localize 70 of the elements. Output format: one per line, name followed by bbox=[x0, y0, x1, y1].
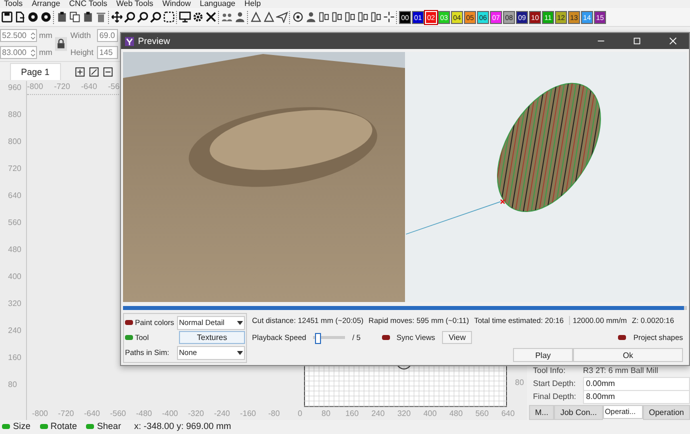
ruler-label: 560 bbox=[474, 408, 490, 420]
menu-item[interactable]: Arrange bbox=[32, 0, 60, 8]
ruler-label: 960 bbox=[7, 82, 22, 94]
panel-tab[interactable]: Operation bbox=[642, 405, 690, 420]
ruler-label: 560 bbox=[7, 217, 22, 229]
menu-item[interactable]: Help bbox=[244, 0, 261, 8]
coordinates-text: x: -348.00 y: 969.00 mm bbox=[134, 421, 232, 431]
textures-button[interactable]: Textures bbox=[179, 331, 245, 344]
panel-tab[interactable]: Job Con... bbox=[554, 405, 603, 420]
ruler-label: -160 bbox=[238, 408, 257, 420]
height-label: Height bbox=[70, 48, 94, 57]
ruler-label: 80 bbox=[320, 408, 332, 420]
menu-item[interactable]: Web Tools bbox=[116, 0, 154, 8]
ruler-label: 880 bbox=[7, 109, 22, 121]
ruler-label: 800 bbox=[7, 136, 22, 148]
ruler-label: -320 bbox=[186, 408, 205, 420]
ruler-label: -240 bbox=[212, 408, 231, 420]
ruler-label: 320 bbox=[7, 298, 22, 310]
ruler-label: -56 bbox=[108, 81, 121, 93]
ruler-label: -720 bbox=[54, 81, 72, 93]
ruler-label: 80 bbox=[7, 379, 18, 391]
ruler-label: 480 bbox=[7, 244, 22, 256]
ruler-label: -640 bbox=[81, 81, 98, 93]
ruler-label: 480 bbox=[448, 408, 464, 420]
unit-label: mm bbox=[39, 48, 52, 57]
menu-item[interactable]: Language bbox=[200, 0, 236, 8]
unit-label: mm bbox=[39, 31, 52, 40]
ok-button[interactable]: Ok bbox=[573, 348, 683, 362]
ruler-label: 160 bbox=[344, 408, 360, 420]
width-field[interactable]: 69.0 bbox=[97, 29, 118, 42]
ruler-label: -80 bbox=[267, 408, 281, 420]
menu-item[interactable]: CNC Tools bbox=[69, 0, 108, 8]
final-depth-field[interactable]: 8.00mm bbox=[583, 390, 690, 404]
ruler-label: 0 bbox=[296, 408, 304, 420]
status-label: Size bbox=[13, 421, 31, 431]
ruler-label: -800 bbox=[27, 81, 44, 93]
ruler-label: 80 bbox=[515, 378, 524, 387]
tool-info-label: Tool Info: bbox=[533, 366, 566, 375]
ruler-label: -640 bbox=[82, 408, 101, 420]
start-depth-label: Start Depth: bbox=[533, 379, 577, 388]
page-tab[interactable]: Page 1 bbox=[10, 63, 61, 80]
ruler-label: 160 bbox=[7, 352, 22, 364]
ruler-label: 240 bbox=[7, 325, 22, 337]
status-label: Shear bbox=[97, 421, 122, 431]
menu-item[interactable]: Tools bbox=[4, 0, 23, 8]
ruler-label: -800 bbox=[30, 408, 49, 420]
ruler-label: 240 bbox=[370, 408, 386, 420]
panel-tab[interactable]: M... bbox=[529, 405, 554, 420]
y-position-field[interactable]: 83.000 bbox=[0, 46, 37, 59]
ruler-label: 400 bbox=[7, 271, 22, 283]
menu-item[interactable]: Window bbox=[162, 0, 191, 8]
x-position-field[interactable]: 52.500 bbox=[0, 29, 37, 42]
tool-info-text: R3 2T: 6 mm Ball Mill bbox=[583, 366, 658, 375]
start-depth-field[interactable]: 0.00mm bbox=[583, 376, 690, 390]
ruler-label: -560 bbox=[108, 408, 127, 420]
ruler-label: 400 bbox=[422, 408, 438, 420]
height-field[interactable]: 145 bbox=[97, 46, 118, 59]
ruler-label: 320 bbox=[396, 408, 412, 420]
final-depth-label: Final Depth: bbox=[533, 392, 578, 401]
ruler-label: 640 bbox=[500, 408, 516, 420]
play-button[interactable]: Play bbox=[513, 348, 573, 362]
ruler-label: 640 bbox=[7, 190, 22, 202]
ruler-label: 720 bbox=[7, 163, 22, 175]
status-label: Rotate bbox=[50, 421, 78, 431]
width-label: Width bbox=[70, 31, 92, 40]
ruler-label: -480 bbox=[134, 408, 153, 420]
ruler-label: -720 bbox=[56, 408, 75, 420]
view-button[interactable]: View bbox=[442, 330, 472, 344]
window-title: Preview bbox=[138, 36, 172, 46]
ruler-label: -400 bbox=[160, 408, 179, 420]
